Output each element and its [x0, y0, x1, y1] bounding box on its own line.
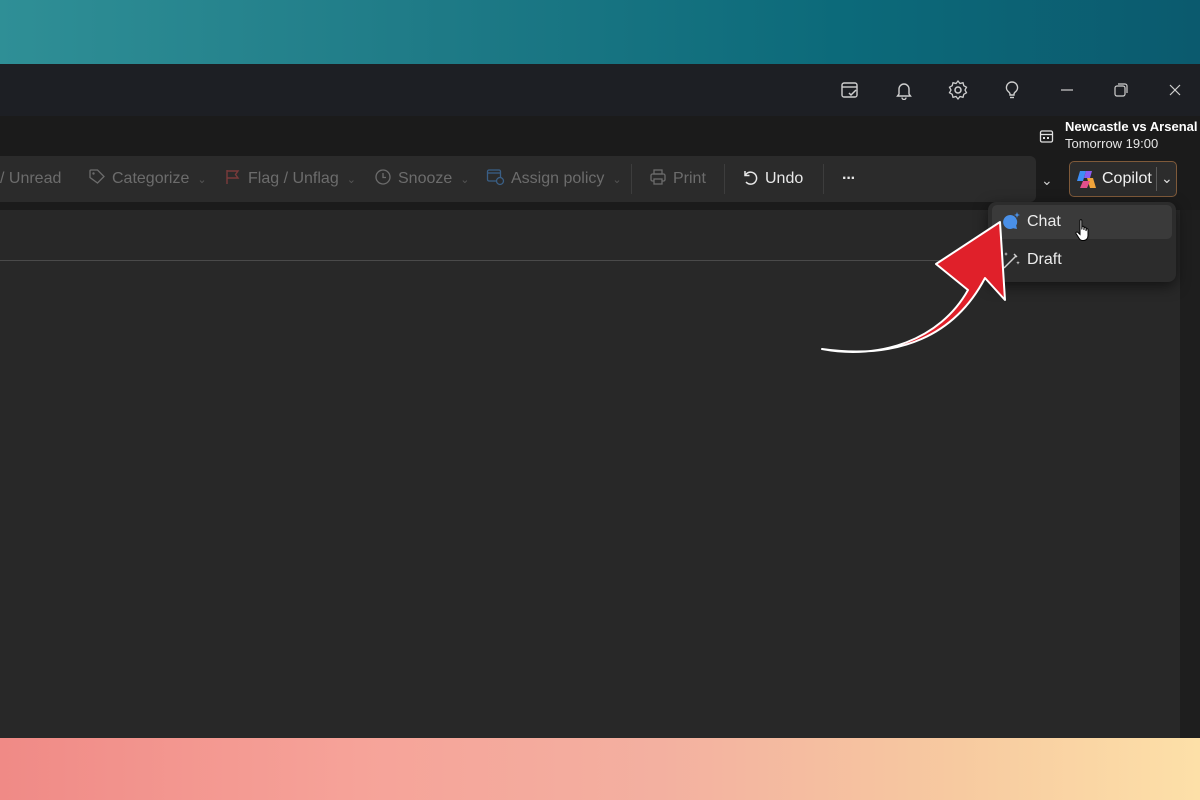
categorize-label: Categorize: [112, 170, 190, 187]
ribbon-expand-chevron-icon[interactable]: ⌄: [1041, 172, 1053, 189]
snooze-button[interactable]: Snooze ⌄: [374, 156, 469, 202]
mark-unread-label: / Unread: [0, 170, 62, 187]
clock-icon: [374, 168, 392, 191]
flag-unflag-button[interactable]: Flag / Unflag ⌄: [224, 156, 356, 202]
undo-icon: [741, 168, 759, 191]
mark-unread-button[interactable]: / Unread: [0, 156, 61, 202]
event-title: Newcastle vs Arsenal: [1065, 119, 1198, 134]
copilot-logo-icon: [1076, 169, 1097, 195]
undo-label: Undo: [765, 170, 804, 187]
bell-icon[interactable]: [892, 78, 916, 102]
copilot-label: Copilot: [1102, 170, 1152, 187]
print-button[interactable]: Print: [649, 156, 706, 202]
draft-label: Draft: [1027, 251, 1062, 268]
chevron-down-icon: ⌄: [197, 173, 207, 186]
tag-icon: [88, 168, 106, 191]
snooze-label: Snooze: [398, 170, 453, 187]
printer-icon: [649, 168, 667, 191]
assign-policy-button[interactable]: Assign policy ⌄: [486, 156, 622, 202]
toolbar-divider: [631, 164, 632, 194]
toolbar-divider: [823, 164, 824, 194]
close-icon[interactable]: [1163, 78, 1187, 102]
menu-item-draft[interactable]: Draft: [992, 243, 1172, 277]
title-bar: [0, 64, 1200, 116]
upcoming-event-reminder[interactable]: Newcastle vs Arsenal Tomorrow 19:00: [1038, 116, 1200, 156]
print-label: Print: [673, 170, 706, 187]
copilot-dropdown-chevron-icon[interactable]: ⌄: [1161, 170, 1173, 187]
header-divider: [0, 260, 1016, 261]
more-icon: ···: [842, 170, 856, 187]
copilot-chat-icon: [1000, 211, 1022, 238]
undo-button[interactable]: Undo: [741, 156, 803, 202]
desktop-wallpaper-bottom: [0, 738, 1200, 800]
assign-policy-label: Assign policy: [511, 170, 605, 187]
outlook-window: Newcastle vs Arsenal Tomorrow 19:00 / Un…: [0, 64, 1200, 738]
copilot-split-button[interactable]: Copilot ⌄: [1069, 161, 1177, 197]
restore-icon[interactable]: [1109, 78, 1133, 102]
hand-cursor-icon: [1075, 219, 1089, 241]
minimize-icon[interactable]: [1055, 78, 1079, 102]
split-divider: [1156, 167, 1157, 191]
toolbar-divider: [724, 164, 725, 194]
more-options-button[interactable]: ···: [842, 156, 856, 202]
chat-label: Chat: [1027, 213, 1061, 230]
calendar-icon: [1039, 129, 1054, 149]
policy-icon: [486, 168, 505, 191]
categorize-button[interactable]: Categorize ⌄: [88, 156, 207, 202]
chevron-down-icon: ⌄: [346, 173, 356, 186]
message-toolbar: / Unread Categorize ⌄ Flag / Unflag ⌄ Sn…: [0, 156, 1036, 202]
chevron-down-icon: ⌄: [460, 173, 470, 186]
event-time: Tomorrow 19:00: [1065, 136, 1159, 151]
flag-unflag-label: Flag / Unflag: [248, 170, 339, 187]
chevron-down-icon: ⌄: [612, 173, 622, 186]
lightbulb-icon[interactable]: [1000, 78, 1024, 102]
gear-icon[interactable]: [946, 78, 970, 102]
scrollbar-track[interactable]: [1180, 210, 1200, 738]
desktop-wallpaper-top: [0, 0, 1200, 64]
my-day-icon[interactable]: [838, 78, 862, 102]
draft-wand-icon: [1000, 249, 1022, 276]
reading-pane: [0, 210, 1180, 738]
flag-icon: [224, 168, 242, 191]
